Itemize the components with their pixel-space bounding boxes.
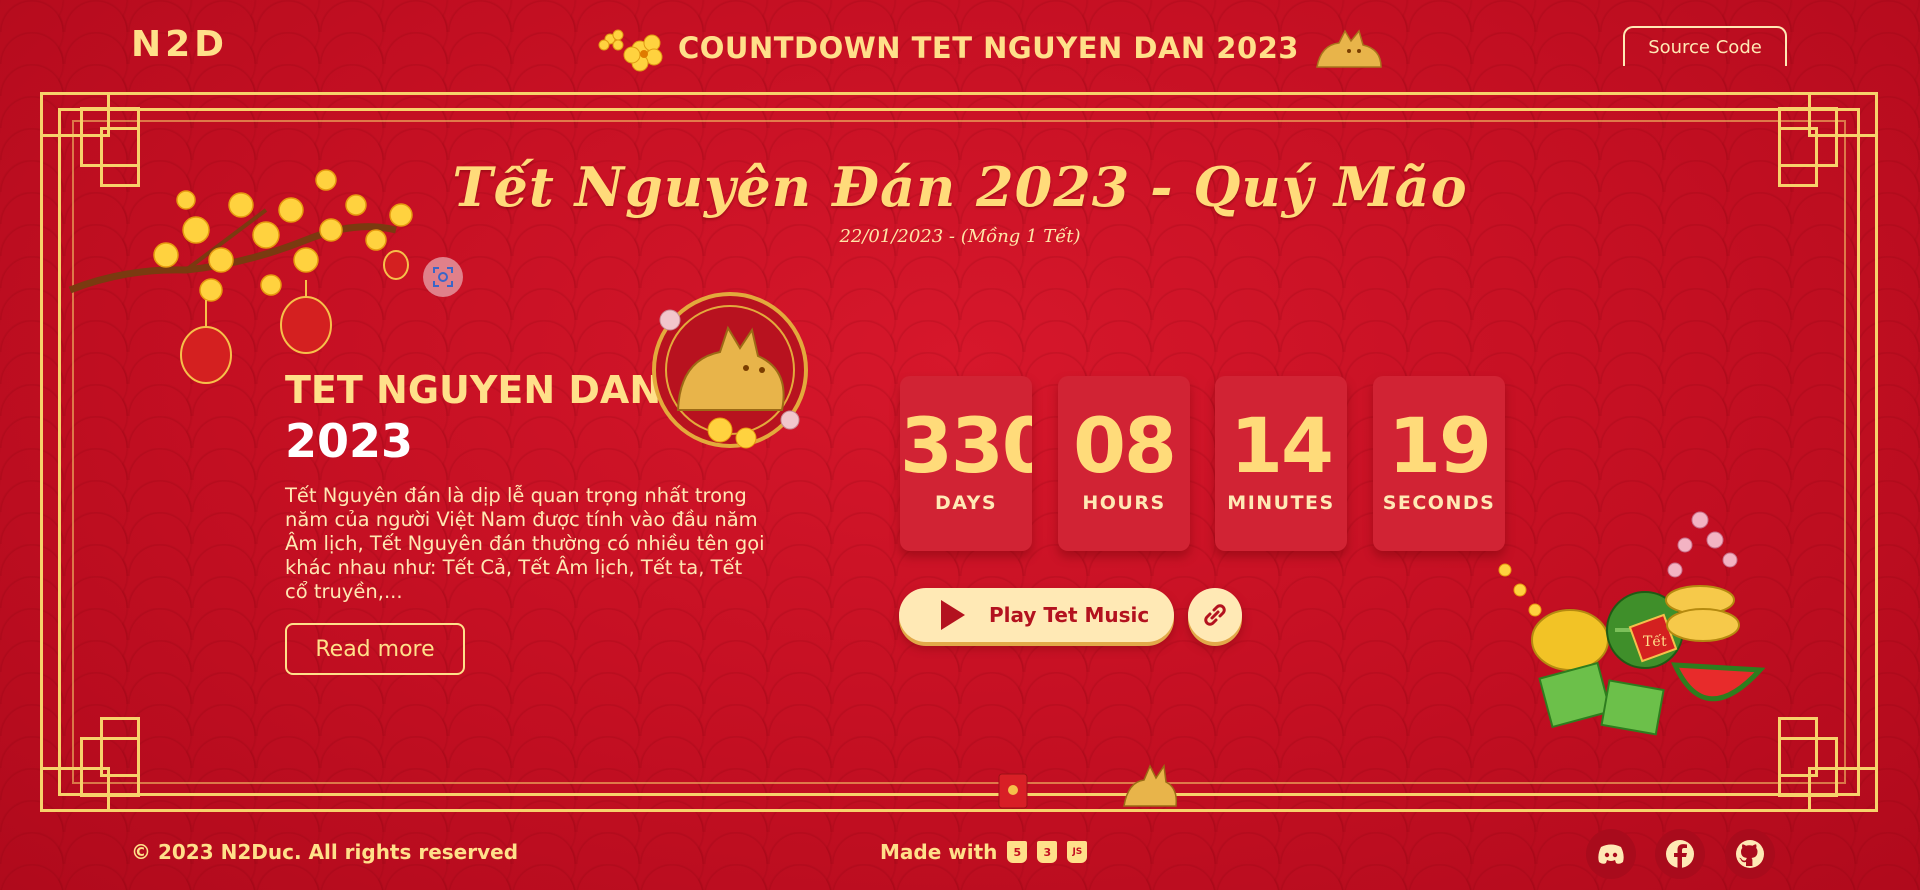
frame-corner-bottom-right — [1768, 702, 1878, 812]
source-code-button[interactable]: Source Code — [1623, 26, 1787, 66]
focus-icon — [433, 267, 453, 287]
read-more-button[interactable]: Read more — [285, 623, 465, 675]
site-title: COUNTDOWN TET NGUYEN DAN 2023 — [596, 18, 1387, 78]
play-music-label: Play Tet Music — [989, 603, 1150, 627]
play-icon — [941, 600, 965, 630]
countdown-days-label: DAYS — [934, 492, 998, 514]
countdown-minutes-value: 14 — [1230, 401, 1334, 490]
red-envelope-illustration — [998, 773, 1028, 809]
github-icon — [1736, 840, 1764, 868]
github-link[interactable] — [1725, 829, 1775, 879]
countdown-minutes: 14 MINUTES — [1215, 376, 1347, 551]
countdown-days-value: 330 — [900, 401, 1032, 490]
intro-title: TET NGUYEN DAN — [285, 368, 662, 412]
cat-icon — [1316, 29, 1382, 68]
countdown-days: 330 DAYS — [900, 376, 1032, 551]
made-with-label: Made with — [880, 840, 998, 864]
tet-offerings-illustration: Tết — [1498, 511, 1765, 736]
small-cat-illustration — [1123, 763, 1178, 807]
tet-tag-text: Tết — [1643, 633, 1667, 650]
made-with: Made with 5 3 JS — [880, 840, 1088, 864]
javascript-icon: JS — [1067, 841, 1088, 863]
countdown-minutes-label: MINUTES — [1227, 492, 1335, 514]
site-title-text: COUNTDOWN TET NGUYEN DAN 2023 — [678, 31, 1299, 65]
discord-link[interactable] — [1586, 829, 1636, 879]
apricot-blossom-icon — [598, 29, 663, 72]
play-music-button[interactable]: Play Tet Music — [899, 588, 1174, 642]
screenshot-button[interactable] — [423, 257, 463, 297]
intro-description: Tết Nguyên đán là dịp lễ quan trọng nhất… — [285, 484, 765, 603]
countdown-hours: 08 HOURS — [1058, 376, 1190, 551]
share-link-button[interactable] — [1188, 588, 1242, 642]
footer-copyright: © 2023 N2Duc. All rights reserved — [131, 840, 519, 864]
countdown-seconds-value: 19 — [1388, 401, 1492, 490]
countdown-hours-label: HOURS — [1082, 492, 1166, 514]
countdown-hours-value: 08 — [1073, 401, 1177, 490]
header: N2D COUNTDOWN TET NGUYEN DAN 2023 Source… — [0, 0, 1920, 92]
css3-icon: 3 — [1037, 841, 1058, 863]
frame-corner-bottom-left — [40, 702, 150, 812]
site-logo[interactable]: N2D — [131, 24, 228, 65]
facebook-icon — [1666, 840, 1694, 868]
link-icon — [1204, 604, 1226, 626]
discord-icon — [1598, 844, 1624, 864]
intro-year: 2023 — [285, 414, 414, 468]
html5-icon: 5 — [1007, 841, 1028, 863]
facebook-link[interactable] — [1655, 829, 1705, 879]
cat-medallion-illustration — [652, 292, 808, 449]
